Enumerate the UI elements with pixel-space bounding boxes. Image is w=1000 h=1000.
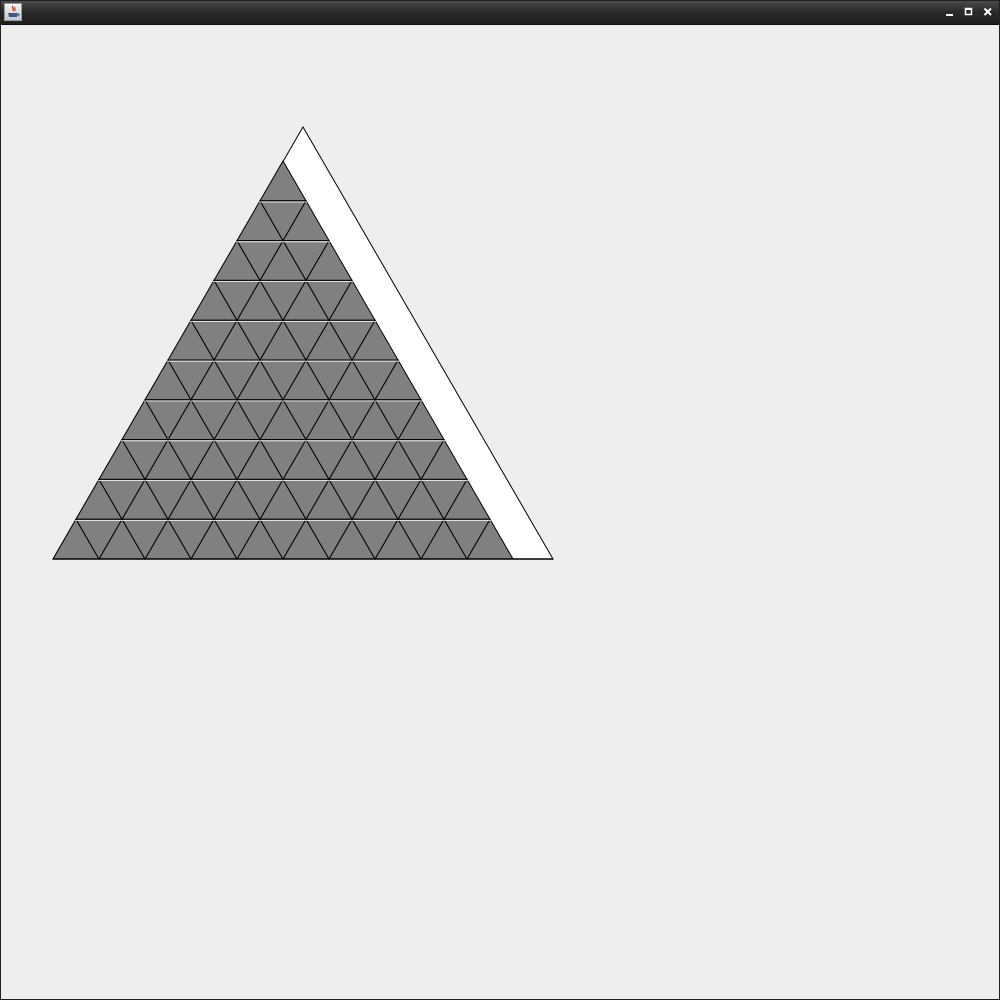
close-icon[interactable] [980, 4, 996, 20]
game-canvas[interactable] [2, 25, 998, 999]
java-app-icon[interactable] [4, 3, 22, 21]
tile-grid[interactable] [52, 160, 553, 560]
maximize-icon[interactable] [961, 4, 977, 20]
title-bar[interactable] [1, 1, 999, 25]
minimize-icon[interactable] [942, 4, 958, 20]
triangle-puzzle-board[interactable] [2, 25, 998, 999]
app-window [0, 0, 1000, 1000]
